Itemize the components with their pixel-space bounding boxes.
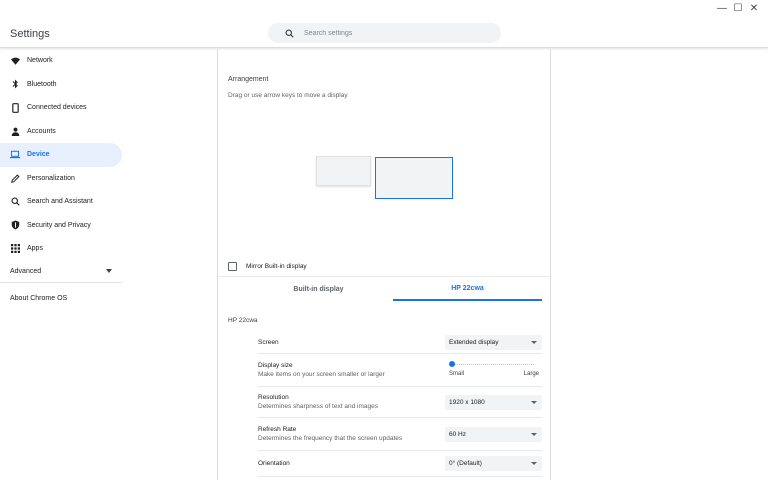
orientation-label: Orientation (258, 460, 290, 467)
refresh-rate-value: 60 Hz (449, 430, 466, 438)
sidebar-item-device[interactable]: Device (0, 143, 122, 167)
sidebar-item-label: Device (27, 151, 50, 159)
sidebar-item-label: Security and Privacy (27, 221, 91, 229)
sidebar: Network Bluetooth Connected devices Acco… (0, 49, 217, 480)
sidebar-item-label: Apps (27, 245, 43, 253)
sidebar-item-label: Connected devices (27, 104, 87, 112)
chevron-down-icon (531, 462, 537, 465)
display-size-label: Display size (258, 362, 293, 369)
device-name: HP 22cwa (228, 317, 258, 324)
minimize-button[interactable]: — (714, 2, 730, 16)
resolution-value: 1920 x 1080 (449, 398, 485, 406)
arrangement-subtitle: Drag or use arrow keys to move a display (228, 92, 348, 99)
resolution-row: Resolution Determines sharpness of text … (258, 387, 542, 418)
refresh-rate-select[interactable]: 60 Hz (445, 426, 542, 442)
screen-row: Screen Extended display (258, 332, 542, 354)
search-icon (276, 28, 302, 38)
main-panel: Arrangement Drag or use arrow keys to mo… (217, 49, 551, 480)
sidebar-item-bluetooth[interactable]: Bluetooth (0, 73, 122, 97)
sidebar-item-connected-devices[interactable]: Connected devices (0, 96, 122, 120)
mirror-checkbox[interactable] (228, 262, 237, 271)
search-input[interactable] (304, 29, 484, 37)
sidebar-item-search-and-assistant[interactable]: Search and Assistant (0, 190, 122, 214)
refresh-rate-label: Refresh Rate (258, 426, 297, 433)
chevron-down-icon (531, 341, 537, 344)
search-icon (10, 197, 20, 207)
sidebar-advanced-toggle[interactable]: Advanced (0, 261, 122, 283)
pencil-icon (10, 173, 20, 183)
refresh-rate-row: Refresh Rate Determines the frequency th… (258, 418, 542, 451)
screen-label: Screen (258, 339, 279, 346)
slider-knob[interactable] (449, 361, 455, 367)
tab-built-in-display[interactable]: Built-in display (244, 278, 393, 301)
slider-track (453, 364, 534, 365)
sidebar-item-security-and-privacy[interactable]: Security and Privacy (0, 214, 122, 238)
display-built-in-thumbnail[interactable] (316, 156, 371, 186)
mirror-row: Mirror Built-in display (218, 257, 550, 277)
sidebar-item-network[interactable]: Network (0, 49, 122, 73)
display-settings-list: Screen Extended display Display size Mak… (258, 332, 542, 477)
refresh-rate-description: Determines the frequency that the screen… (258, 435, 403, 442)
sidebar-item-label: Network (27, 57, 53, 65)
display-external-thumbnail[interactable] (375, 157, 453, 199)
chevron-down-icon (531, 400, 537, 404)
sidebar-item-apps[interactable]: Apps (0, 237, 122, 261)
sidebar-item-label: Bluetooth (27, 80, 57, 88)
maximize-button[interactable]: ☐ (730, 2, 746, 16)
sidebar-item-accounts[interactable]: Accounts (0, 120, 122, 144)
arrangement-title: Arrangement (228, 76, 269, 83)
orientation-value: 0° (Default) (449, 460, 482, 467)
slider-max-label: Large (523, 371, 539, 377)
phone-icon (10, 102, 20, 113)
resolution-description: Determines sharpness of text and images (258, 403, 378, 410)
app-title: Settings (10, 28, 50, 40)
person-icon (10, 126, 20, 136)
apps-grid-icon (10, 244, 20, 254)
sidebar-item-label: Search and Assistant (27, 198, 93, 206)
advanced-label: Advanced (10, 267, 42, 275)
display-size-slider[interactable]: Small Large (445, 358, 542, 382)
about-label: About Chrome OS (10, 295, 68, 302)
chevron-down-icon (106, 268, 112, 275)
slider-min-label: Small (449, 371, 465, 377)
sidebar-item-about[interactable]: About Chrome OS (0, 283, 217, 315)
bluetooth-icon (10, 79, 20, 89)
resolution-label: Resolution (258, 394, 289, 401)
orientation-select[interactable]: 0° (Default) (445, 456, 542, 471)
close-button[interactable]: ✕ (746, 2, 762, 16)
search-box[interactable] (268, 23, 501, 43)
window-controls: — ☐ ✕ (714, 2, 762, 16)
mirror-label: Mirror Built-in display (246, 263, 307, 270)
display-size-description: Make items on your screen smaller or lar… (258, 371, 385, 378)
sidebar-item-label: Accounts (27, 127, 56, 135)
orientation-row: Orientation 0° (Default) (258, 451, 542, 477)
shield-icon (10, 220, 20, 230)
display-tabs: Built-in display HP 22cwa (244, 278, 542, 301)
chevron-down-icon (531, 432, 537, 436)
laptop-icon (10, 150, 20, 160)
resolution-select[interactable]: 1920 x 1080 (445, 394, 542, 410)
screen-value: Extended display (449, 339, 499, 346)
screen-select[interactable]: Extended display (445, 335, 542, 350)
sidebar-item-label: Personalization (27, 174, 75, 182)
sidebar-item-personalization[interactable]: Personalization (0, 167, 122, 191)
app-header: Settings (0, 0, 768, 48)
tab-hp-22cwa[interactable]: HP 22cwa (393, 278, 542, 301)
display-size-row: Display size Make items on your screen s… (258, 354, 542, 387)
wifi-icon (10, 56, 20, 66)
